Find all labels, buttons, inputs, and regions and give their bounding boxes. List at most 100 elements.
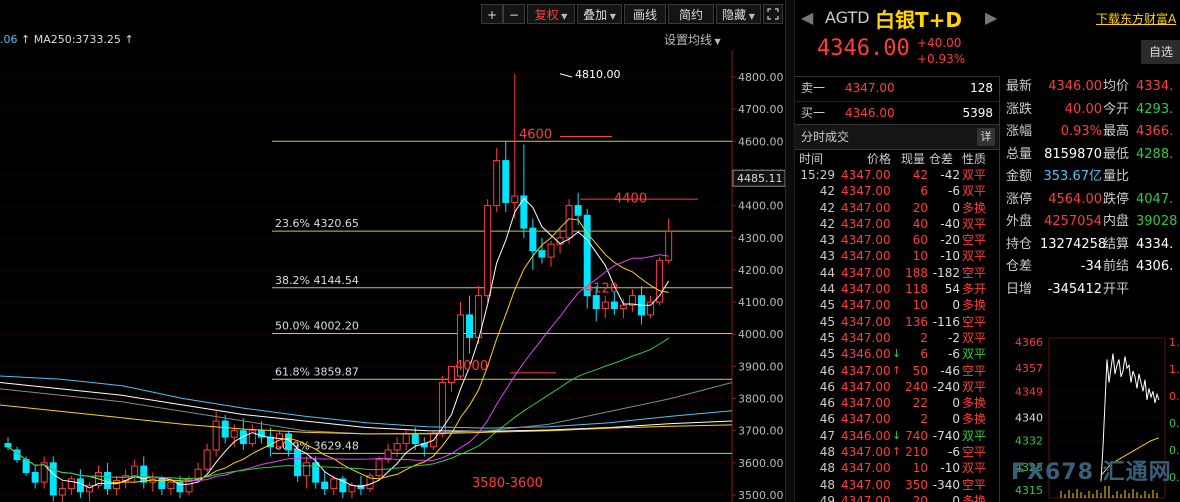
candle-body — [601, 301, 609, 310]
kline-chart[interactable]: 4800.004700.004600.004500.004400.004300.… — [0, 0, 785, 502]
stat-value: 4288. — [1136, 146, 1174, 162]
mini-y-label: 4357 — [1015, 362, 1043, 375]
trade-price: 4347.00 — [841, 314, 891, 329]
next-arrow-icon[interactable]: ▶ — [985, 8, 997, 27]
sell-one-label: 卖一 — [801, 81, 826, 95]
stat-row: 持仓 13274258 结算 4334. — [1000, 234, 1180, 256]
trade-volume: 136 — [905, 314, 928, 329]
trade-nature: 双平 — [962, 347, 987, 362]
stat-value: 4334. — [1136, 79, 1174, 94]
simple-mode-button[interactable]: 简约 — [668, 4, 714, 24]
expand-icon[interactable] — [763, 4, 783, 24]
stat-row: 日增 -345412 开平 — [1000, 279, 1180, 301]
trade-price: 4347.00 — [841, 298, 891, 313]
trade-oi: 0 — [952, 412, 960, 427]
y-tick-label: 4700.00 — [738, 103, 784, 116]
trade-oi: -2 — [948, 330, 960, 345]
trade-time: 48 — [819, 461, 835, 476]
trade-oi: 0 — [952, 493, 960, 502]
chart-annotation: 4810.00 — [575, 68, 621, 81]
y-tick-label: 3500.00 — [738, 489, 784, 502]
kline-chart-panel[interactable]: 4800.004700.004600.004500.004400.004300.… — [0, 0, 785, 502]
candle-body — [321, 481, 329, 490]
col-nature: 性质 — [962, 152, 987, 166]
stat-label: 涨停 — [1006, 191, 1033, 207]
trade-price: 4347.00 — [841, 363, 891, 378]
trade-oi: -40 — [940, 216, 960, 231]
trade-nature: 双平 — [962, 168, 987, 182]
stat-label: 仓差 — [1006, 259, 1033, 274]
watermark-logo: FX678 汇通网 — [1011, 460, 1172, 485]
up-arrow-icon: ↑ — [21, 33, 31, 46]
col-time: 时间 — [799, 152, 824, 166]
sell-one-volume: 128 — [970, 81, 993, 95]
trade-oi: -116 — [932, 314, 960, 329]
ma-indicator-line: .06 ↑ MA250:3733.25 ↑ — [0, 31, 134, 49]
ma-settings-label: 设置均线 — [664, 33, 713, 47]
mini-right-label: 1. — [1169, 336, 1180, 349]
trade-row: 43 4347.00 10 -10 双平 — [795, 248, 999, 264]
chart-annotation: 4400 — [614, 192, 647, 207]
order-book: 卖一 4347.00 128 买一 4346.00 5398 — [795, 76, 999, 125]
zoom-in-button[interactable]: + — [481, 4, 503, 24]
hide-dropdown[interactable]: 隐藏 ▼ — [716, 4, 761, 24]
trade-row: 15:29 4347.00 42 -42 双平 — [795, 167, 999, 183]
trade-price: 4347.00 — [841, 249, 891, 264]
zoom-out-button[interactable]: − — [503, 4, 525, 24]
stat-value: 4564.00 — [1048, 191, 1102, 207]
candle-body — [67, 478, 75, 490]
trading-terminal: 4800.004700.004600.004500.004400.004300.… — [0, 0, 1180, 502]
trade-price: 4347.00 — [841, 168, 891, 182]
trade-volume: 10 — [912, 298, 928, 313]
trade-nature: 多换 — [962, 200, 987, 215]
trades-list[interactable]: 15:29 4347.00 42 -42 双平 42 4347.00 6 -6 双平 42 4347.… — [795, 167, 999, 502]
trade-row: 46 4347.00 50 -46 空平 ↑ — [795, 363, 999, 379]
trade-price: 4346.00 — [841, 347, 891, 362]
trade-oi: 0 — [952, 200, 960, 215]
trade-volume: 42 — [912, 168, 928, 182]
trade-row: 45 4346.00 6 -6 双平 ↓ — [795, 346, 999, 362]
trade-volume: 20 — [912, 200, 928, 215]
trade-time: 44 — [819, 265, 835, 280]
ma40-line — [7, 337, 669, 479]
diejia-dropdown[interactable]: 叠加 ▼ — [577, 4, 622, 24]
stat-label: 外盘 — [1006, 214, 1033, 229]
stat-value: 353.67亿 — [1043, 169, 1103, 184]
chevron-down-icon: ▼ — [712, 37, 721, 46]
candle-body — [131, 465, 139, 477]
trade-row: 49 4347.00 20 0 多换 — [795, 493, 999, 502]
buy-one-row: 买一 4346.00 5398 — [795, 101, 999, 124]
stat-value: -34 — [1080, 259, 1102, 274]
trade-volume: 40 — [912, 216, 928, 231]
prev-arrow-icon[interactable]: ◀ — [801, 8, 813, 27]
stat-value: 4346.00 — [1048, 79, 1102, 94]
trade-nature: 空平 — [962, 445, 987, 460]
stat-value: 4306. — [1136, 259, 1174, 274]
candle-body — [438, 381, 446, 435]
download-link[interactable]: 下载东方财富A — [1096, 10, 1176, 27]
col-oi: 仓差 — [929, 152, 954, 166]
trade-row: 45 4347.00 136 -116 空平 — [795, 314, 999, 330]
change-percent: +0.93% — [917, 52, 966, 66]
trade-nature: 双平 — [962, 216, 987, 231]
fuquan-dropdown[interactable]: 复权 ▼ — [527, 4, 575, 24]
trade-time: 46 — [819, 412, 835, 427]
candle-body — [58, 488, 66, 496]
candle-body — [31, 471, 39, 483]
candle-body — [484, 205, 492, 297]
trades-title: 分时成交 — [801, 130, 850, 144]
trade-nature: 空平 — [962, 363, 987, 378]
candle-body — [565, 205, 573, 239]
trade-price: 4347.00 — [841, 461, 891, 476]
stat-value: 4293. — [1136, 101, 1174, 117]
detail-button[interactable]: 详 — [977, 128, 995, 146]
trade-price: 4346.00 — [841, 428, 891, 443]
ma-settings-dropdown[interactable]: 设置均线 ▼ — [664, 31, 721, 48]
draw-line-button[interactable]: 画线 — [624, 4, 666, 24]
stat-label: 涨幅 — [1006, 124, 1033, 139]
add-watchlist-button[interactable]: 自选 — [1141, 40, 1180, 64]
trade-row: 48 4347.00 10 -10 双平 — [795, 460, 999, 476]
trade-row: 45 4347.00 2 -2 双平 — [795, 330, 999, 346]
chevron-down-icon: ▼ — [746, 12, 755, 21]
trade-oi: -20 — [940, 233, 960, 248]
